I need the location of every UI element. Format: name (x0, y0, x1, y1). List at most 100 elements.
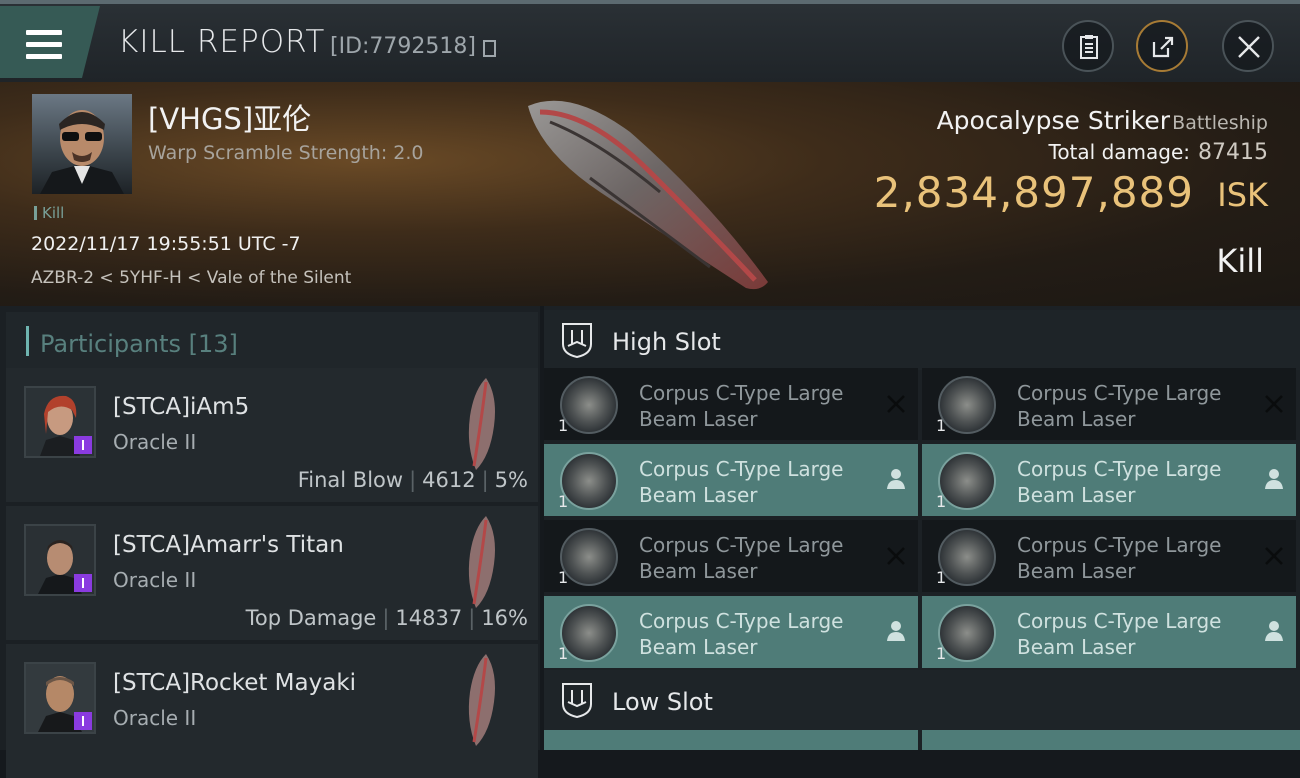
module-quantity: 1 (936, 568, 947, 587)
module-name-line2: Beam Laser (639, 559, 758, 583)
kill-tag: Kill (34, 204, 64, 222)
high-slot-icon (562, 323, 592, 358)
participants-panel: Participants [13] [STCA]iAm5 Oracle II F… (0, 306, 540, 778)
module-name[interactable]: Corpus C-Type Large Beam Laser (639, 380, 869, 432)
module-slot[interactable]: 1 Corpus C-Type Large Beam Laser (922, 368, 1296, 440)
destroyed-x-icon (886, 392, 906, 414)
role-badge-icon (74, 574, 92, 592)
module-name[interactable]: Corpus C-Type Large Beam Laser (1017, 532, 1247, 584)
participant-ship: Oracle II (113, 568, 197, 592)
avatar[interactable] (24, 662, 96, 734)
module-name[interactable]: Corpus C-Type Large Beam Laser (639, 532, 869, 584)
module-quantity: 1 (558, 416, 569, 435)
participant-name[interactable]: [STCA]Rocket Mayaki (113, 670, 356, 696)
module-name-line1: Corpus C-Type Large (639, 533, 844, 557)
low-slot-header: Low Slot (544, 670, 1300, 730)
kill-result: Kill (1216, 242, 1264, 280)
ship-class: Battleship (1172, 112, 1268, 134)
avatar[interactable] (24, 386, 96, 458)
module-name-line2: Beam Laser (1017, 407, 1136, 431)
kill-banner: [VHGS]亚伦 Warp Scramble Strength: 2.0 Kil… (0, 82, 1300, 306)
laser-module-icon (938, 376, 996, 434)
module-name-line2: Beam Laser (1017, 559, 1136, 583)
module-name-line1: Corpus C-Type Large (1017, 533, 1222, 557)
total-damage-value: 87415 (1198, 140, 1268, 165)
participant-role: Top Damage (245, 606, 377, 630)
module-name-line2: Beam Laser (1017, 635, 1136, 659)
module-quantity: 1 (558, 492, 569, 511)
hamburger-icon (26, 30, 62, 60)
participant-stats: Top Damage | 14837 | 16% (245, 606, 528, 630)
share-icon (1152, 36, 1174, 58)
participant-percent: 16% (481, 606, 528, 630)
module-name-line1: Corpus C-Type Large (1017, 609, 1222, 633)
participant-row[interactable]: [STCA]iAm5 Oracle II Final Blow | 4612 | 5% (6, 368, 538, 502)
participant-ship-icon (468, 378, 495, 470)
isk-unit: ISK (1217, 176, 1268, 214)
module-slot[interactable]: 1 Corpus C-Type Large Beam Laser (544, 368, 918, 440)
participant-role: Final Blow (297, 468, 404, 492)
module-slot[interactable]: 1 Corpus C-Type Large Beam Laser (544, 444, 918, 516)
module-name-line1: Corpus C-Type Large (639, 457, 844, 481)
module-slot[interactable]: 1 Corpus C-Type Large Beam Laser (922, 444, 1296, 516)
avatar[interactable] (24, 524, 96, 596)
module-quantity: 1 (936, 644, 947, 663)
laser-module-icon (938, 528, 996, 586)
participant-percent: 5% (494, 468, 528, 492)
warp-scramble-strength: Warp Scramble Strength: 2.0 (148, 142, 424, 164)
module-slot[interactable]: 1 Corpus C-Type Large Beam Laser (922, 520, 1296, 592)
module-name-line2: Beam Laser (639, 635, 758, 659)
participant-stats: Final Blow | 4612 | 5% (297, 468, 528, 492)
high-slot-title: High Slot (612, 328, 721, 356)
module-name[interactable]: Corpus C-Type Large Beam Laser (639, 608, 869, 660)
clipboard-button[interactable] (1062, 20, 1114, 72)
participant-ship-icon (468, 654, 495, 746)
module-name-line1: Corpus C-Type Large (639, 609, 844, 633)
clipboard-icon (1080, 35, 1098, 59)
participants-header: Participants [13] (6, 312, 538, 370)
close-button[interactable] (1222, 20, 1274, 72)
module-slot[interactable]: 1 Corpus C-Type Large Beam Laser (922, 596, 1296, 668)
victim-avatar[interactable] (32, 94, 132, 194)
victim-name[interactable]: [VHGS]亚伦 (148, 96, 311, 138)
module-name[interactable]: Corpus C-Type Large Beam Laser (639, 456, 869, 508)
module-name[interactable]: Corpus C-Type Large Beam Laser (1017, 456, 1247, 508)
close-icon (1238, 36, 1260, 58)
participant-ship-icon (468, 516, 495, 608)
menu-button[interactable] (0, 6, 100, 78)
module-name[interactable]: Corpus C-Type Large Beam Laser (1017, 380, 1247, 432)
module-name-line2: Beam Laser (639, 407, 758, 431)
top-bar: KILL REPORT [ID:7792518] (0, 0, 1300, 82)
module-name[interactable]: Corpus C-Type Large Beam Laser (1017, 608, 1247, 660)
module-name-line1: Corpus C-Type Large (1017, 381, 1222, 405)
laser-module-icon (560, 604, 618, 662)
module-slot[interactable]: 1 Corpus C-Type Large Beam Laser (544, 520, 918, 592)
dropped-person-icon (886, 620, 906, 642)
low-slot-title: Low Slot (612, 688, 713, 716)
dropped-person-icon (1264, 468, 1284, 490)
participant-name[interactable]: [STCA]Amarr's Titan (113, 532, 344, 558)
participant-name[interactable]: [STCA]iAm5 (113, 394, 249, 420)
participants-label: Participants (40, 330, 181, 358)
isk-value: 2,834,897,889 (873, 168, 1194, 217)
copy-icon[interactable] (483, 40, 496, 57)
participant-row[interactable]: [STCA]Amarr's Titan Oracle II Top Damage… (6, 506, 538, 640)
destroyed-x-icon (1264, 544, 1284, 566)
low-slot-module-row[interactable] (544, 730, 1300, 750)
ship-name[interactable]: Apocalypse Striker (937, 106, 1170, 135)
module-name-line1: Corpus C-Type Large (639, 381, 844, 405)
fitting-panel: High Slot 1 Corpus C-Type Large Beam Laser… (544, 306, 1300, 750)
participant-row[interactable]: [STCA]Rocket Mayaki Oracle II (6, 644, 538, 778)
module-quantity: 1 (558, 568, 569, 587)
kill-location[interactable]: AZBR-2 < 5YHF-H < Vale of the Silent (31, 268, 351, 288)
module-quantity: 1 (936, 416, 947, 435)
low-slot-icon (562, 683, 592, 718)
laser-module-icon (560, 528, 618, 586)
ship-image[interactable] (510, 92, 790, 302)
share-button[interactable] (1136, 20, 1188, 72)
participant-damage: 4612 (422, 468, 476, 492)
role-badge-icon (74, 712, 92, 730)
report-id: [ID:7792518] (330, 34, 476, 59)
module-slot[interactable]: 1 Corpus C-Type Large Beam Laser (544, 596, 918, 668)
laser-module-icon (560, 376, 618, 434)
